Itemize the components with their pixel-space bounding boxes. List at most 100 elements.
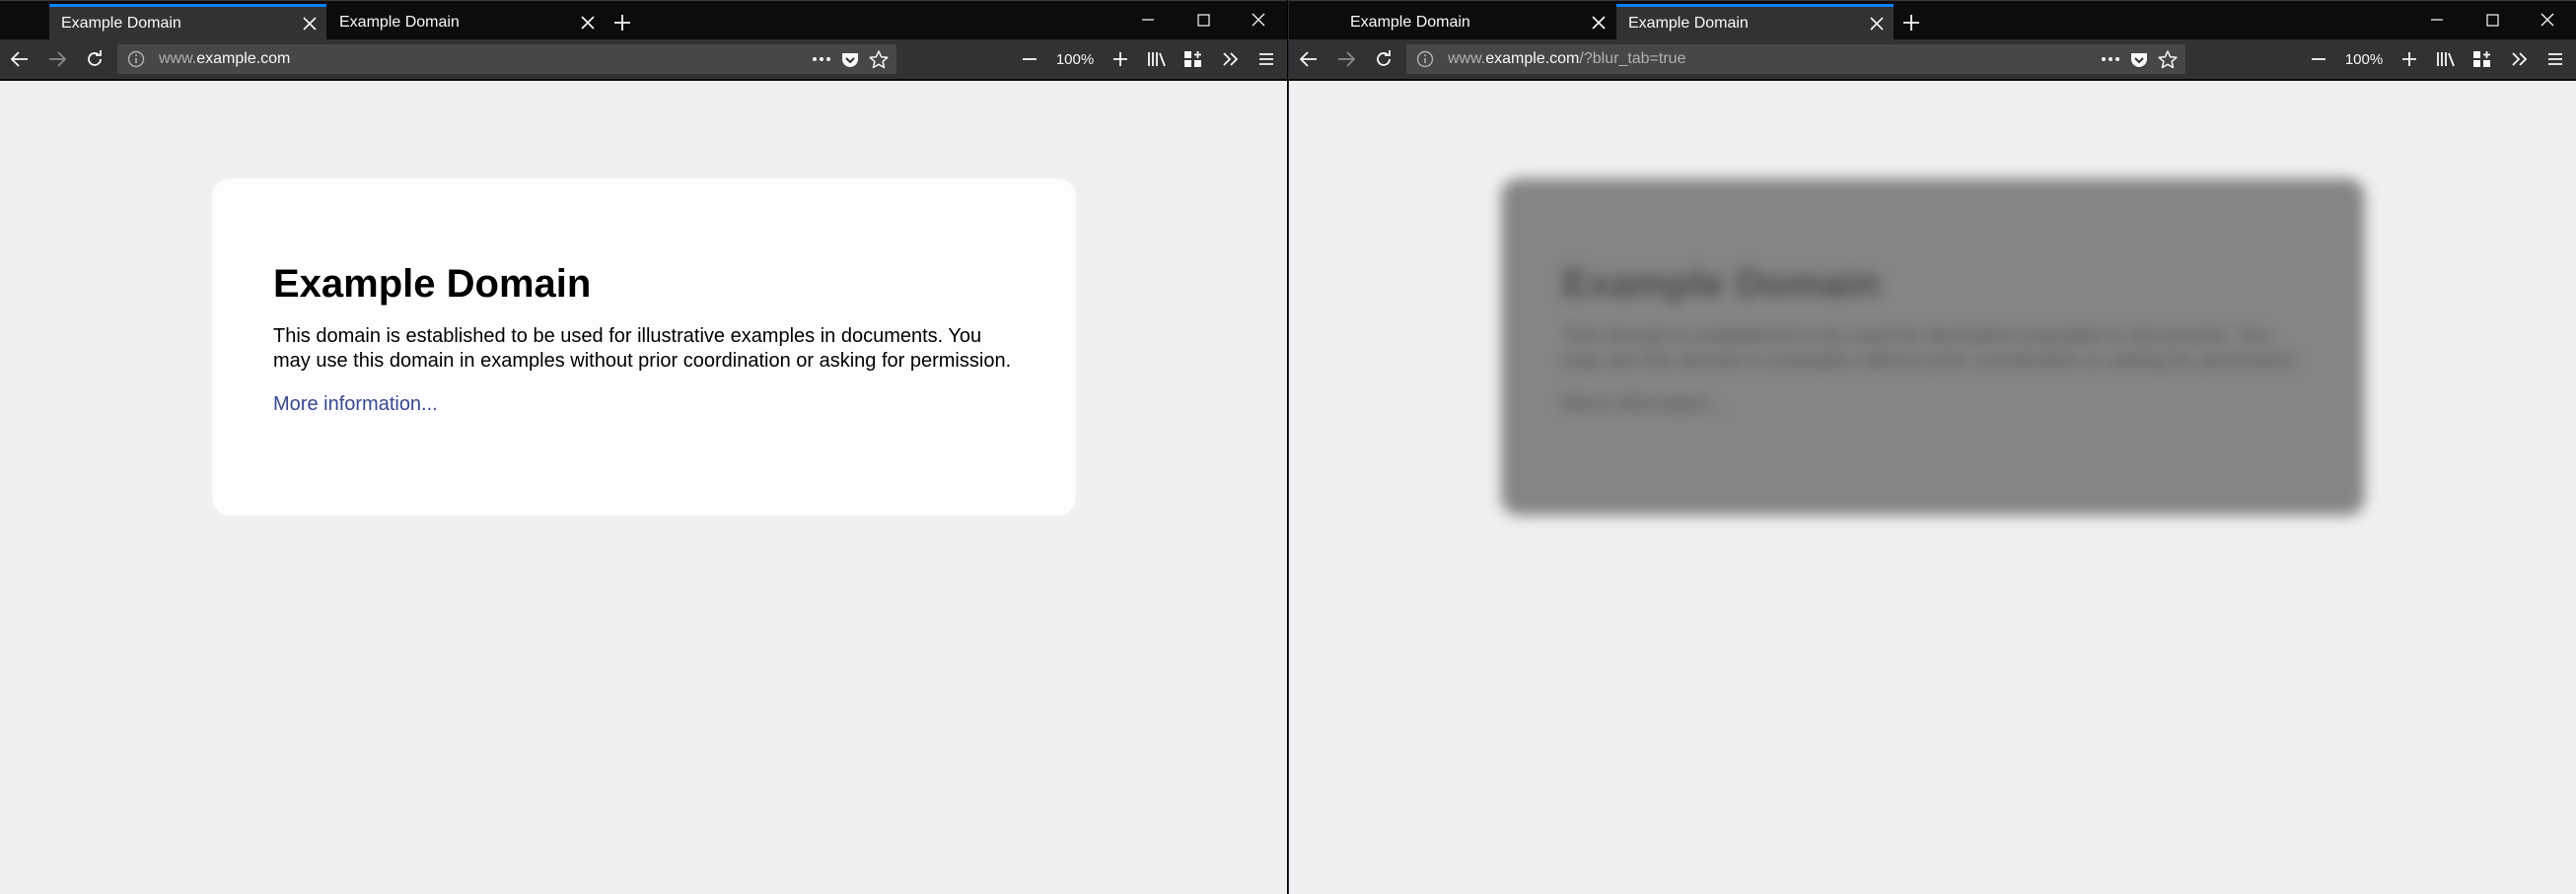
url-text[interactable]: www.example.com/?blur_tab=true: [1448, 50, 1685, 68]
tab-strip: Example Domain Example Domain: [0, 0, 1287, 40]
pocket-icon[interactable]: [836, 47, 864, 71]
star-icon[interactable]: [865, 47, 893, 71]
url-bar[interactable]: www.example.com/?blur_tab=true: [1406, 44, 2185, 74]
overflow-chevron-icon: [2511, 51, 2529, 67]
library-icon: [2436, 50, 2458, 68]
zoom-out-icon: [1022, 51, 1038, 67]
browser-window-left: Example Domain Example Domain www.exampl…: [0, 0, 1288, 894]
url-domain: example.com: [1485, 50, 1580, 67]
star-icon[interactable]: [2154, 47, 2182, 71]
info-icon[interactable]: [1416, 50, 1434, 68]
zoom-in-button[interactable]: [2392, 39, 2427, 79]
back-button[interactable]: [2, 39, 37, 79]
tab-example-domain-2[interactable]: Example Domain: [1616, 4, 1894, 40]
menu-button[interactable]: [2538, 39, 2573, 79]
url-text[interactable]: www.example.com: [159, 50, 290, 68]
overflow-chevron-icon: [1222, 51, 1240, 67]
zoom-in-icon: [2401, 51, 2417, 67]
back-arrow-icon: [11, 51, 29, 67]
url-prefix: www.: [1448, 50, 1486, 67]
zoom-out-button[interactable]: [1012, 39, 1047, 79]
sidebar-button[interactable]: [1176, 39, 1211, 79]
maximize-button[interactable]: [1176, 1, 1231, 38]
overflow-button[interactable]: [2502, 39, 2538, 79]
hamburger-menu-icon: [2547, 52, 2563, 66]
page-content: Example Domain This domain is establishe…: [1289, 81, 2576, 894]
tab-example-domain-1[interactable]: Example Domain: [49, 4, 326, 40]
content-card: Example Domain This domain is establishe…: [212, 178, 1076, 516]
minimize-icon: [2431, 14, 2443, 26]
close-icon: [1252, 13, 1265, 27]
close-icon[interactable]: [571, 6, 605, 39]
menu-button[interactable]: [1249, 39, 1284, 79]
close-icon: [2540, 13, 2554, 27]
page-content: Example Domain This domain is establishe…: [0, 81, 1287, 894]
zoom-in-button[interactable]: [1103, 39, 1138, 79]
pocket-icon[interactable]: [2125, 47, 2153, 71]
plus-icon: [1902, 14, 1920, 32]
close-icon[interactable]: [1582, 6, 1615, 39]
new-tab-button[interactable]: [1895, 4, 1928, 40]
library-icon: [1147, 50, 1169, 68]
content-card-blurred: Example Domain This domain is establishe…: [1501, 178, 2365, 516]
url-bar[interactable]: www.example.com: [117, 44, 896, 74]
page-heading: Example Domain: [1562, 262, 1881, 306]
maximize-icon: [1196, 13, 1210, 27]
back-button[interactable]: [1291, 39, 1326, 79]
maximize-button[interactable]: [2465, 1, 2520, 38]
reload-button[interactable]: [1366, 39, 1401, 79]
minimize-button[interactable]: [2409, 1, 2465, 38]
info-icon[interactable]: [127, 50, 145, 68]
sidebar-icon: [2472, 50, 2492, 68]
more-dots-icon[interactable]: [2097, 47, 2124, 71]
page-description: This domain is established to be used fo…: [1562, 325, 2301, 372]
screen: Example Domain Example Domain www.exampl…: [0, 0, 2576, 894]
zoom-out-button[interactable]: [2301, 39, 2336, 79]
browser-window-right: Example Domain Example Domain www.exampl…: [1288, 0, 2576, 894]
sidebar-button[interactable]: [2465, 39, 2500, 79]
back-arrow-icon: [1300, 51, 1318, 67]
library-button[interactable]: [1140, 39, 1176, 79]
page-heading: Example Domain: [273, 262, 592, 306]
close-icon[interactable]: [293, 7, 326, 40]
overflow-button[interactable]: [1213, 39, 1249, 79]
tab-title: Example Domain: [1350, 14, 1470, 31]
library-button[interactable]: [2429, 39, 2465, 79]
tab-example-domain-1[interactable]: Example Domain: [1338, 4, 1615, 40]
close-icon[interactable]: [1860, 7, 1894, 40]
forward-button[interactable]: [39, 39, 75, 79]
more-information-link[interactable]: More information...: [1562, 393, 1727, 416]
tab-title: Example Domain: [339, 14, 460, 31]
zoom-reset-button[interactable]: 100%: [1049, 48, 1101, 70]
hamburger-menu-icon: [1258, 52, 1274, 66]
url-domain: example.com: [196, 50, 291, 67]
tab-title: Example Domain: [1628, 16, 1749, 32]
minimize-icon: [1142, 14, 1154, 26]
zoom-out-icon: [2311, 51, 2326, 67]
url-prefix: www.: [159, 50, 197, 67]
tab-example-domain-2[interactable]: Example Domain: [327, 4, 605, 40]
nav-toolbar: www.example.com/?blur_tab=true 100%: [1289, 39, 2576, 81]
forward-button[interactable]: [1328, 39, 1364, 79]
url-suffix: /?blur_tab=true: [1579, 50, 1686, 67]
nav-toolbar: www.example.com 100%: [0, 39, 1287, 81]
new-tab-button[interactable]: [606, 4, 639, 40]
plus-icon: [613, 14, 631, 32]
page-description: This domain is established to be used fo…: [273, 325, 1012, 372]
tab-title: Example Domain: [61, 16, 181, 32]
maximize-icon: [2485, 13, 2499, 27]
reload-icon: [86, 50, 104, 68]
more-information-link[interactable]: More information...: [273, 393, 438, 416]
reload-icon: [1375, 50, 1393, 68]
close-window-button[interactable]: [1231, 1, 1286, 38]
zoom-reset-button[interactable]: 100%: [2338, 48, 2390, 70]
sidebar-icon: [1183, 50, 1203, 68]
tab-strip: Example Domain Example Domain: [1289, 0, 2576, 40]
forward-arrow-icon: [48, 51, 66, 67]
reload-button[interactable]: [77, 39, 112, 79]
more-dots-icon[interactable]: [808, 47, 835, 71]
minimize-button[interactable]: [1120, 1, 1176, 38]
zoom-in-icon: [1112, 51, 1128, 67]
forward-arrow-icon: [1337, 51, 1355, 67]
close-window-button[interactable]: [2520, 1, 2575, 38]
